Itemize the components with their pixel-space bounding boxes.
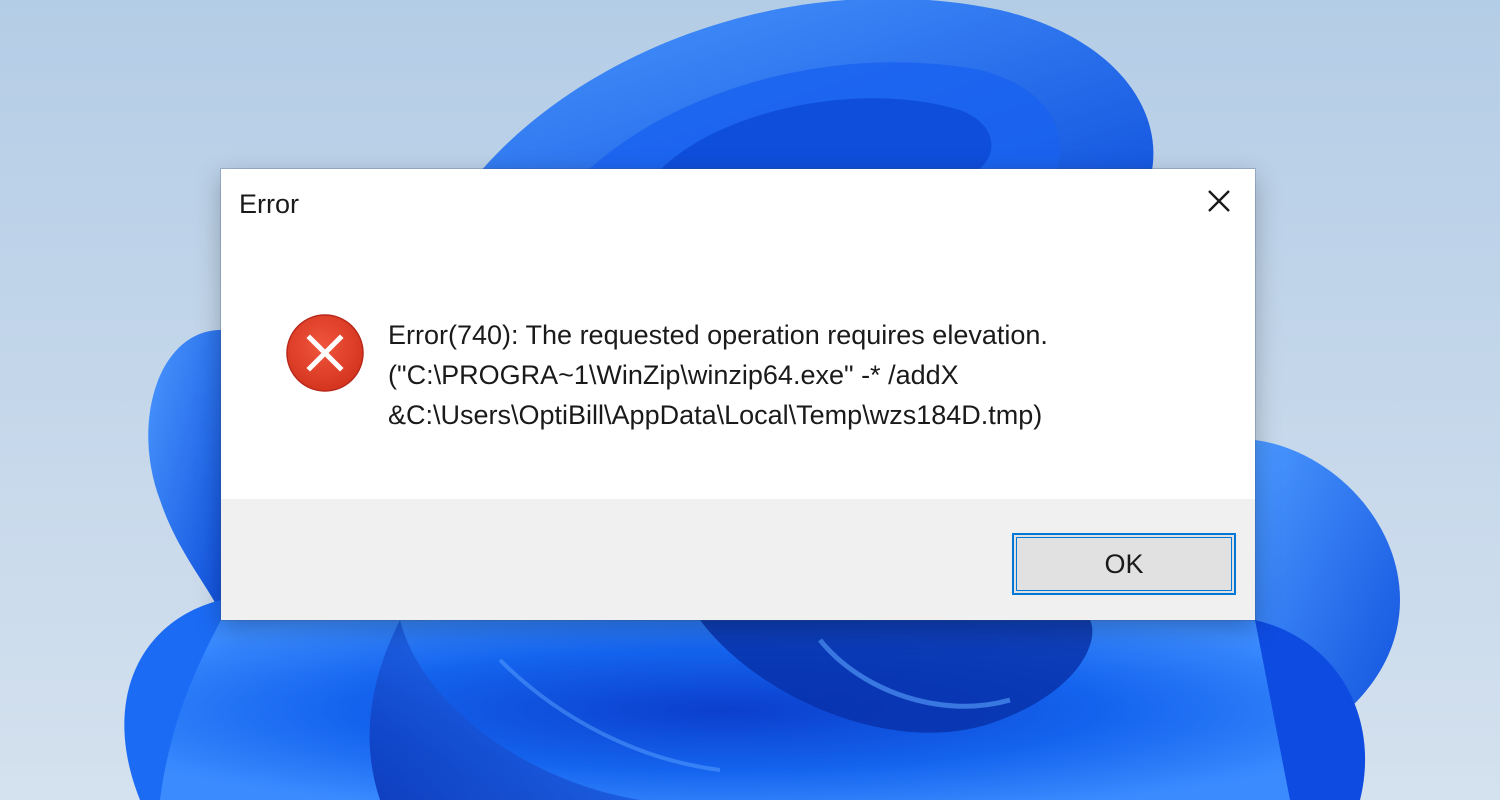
error-message-line: Error(740): The requested operation requ… xyxy=(388,320,1048,350)
dialog-footer: OK xyxy=(221,499,1255,620)
ok-button[interactable]: OK xyxy=(1012,533,1236,595)
error-dialog: Error Error(740): The requested operatio… xyxy=(221,169,1255,620)
close-button[interactable] xyxy=(1201,183,1237,219)
close-icon xyxy=(1208,190,1230,212)
error-message: Error(740): The requested operation requ… xyxy=(388,315,1228,435)
ok-button-label: OK xyxy=(1016,537,1232,591)
error-circle-x-icon xyxy=(285,313,365,393)
error-message-line: ("C:\PROGRA~1\WinZip\winzip64.exe" -* /a… xyxy=(388,360,959,390)
dialog-titlebar: Error xyxy=(221,169,1255,245)
error-message-line: &C:\Users\OptiBill\AppData\Local\Temp\wz… xyxy=(388,400,1043,430)
dialog-content: Error(740): The requested operation requ… xyxy=(221,245,1255,499)
dialog-title: Error xyxy=(239,189,299,219)
